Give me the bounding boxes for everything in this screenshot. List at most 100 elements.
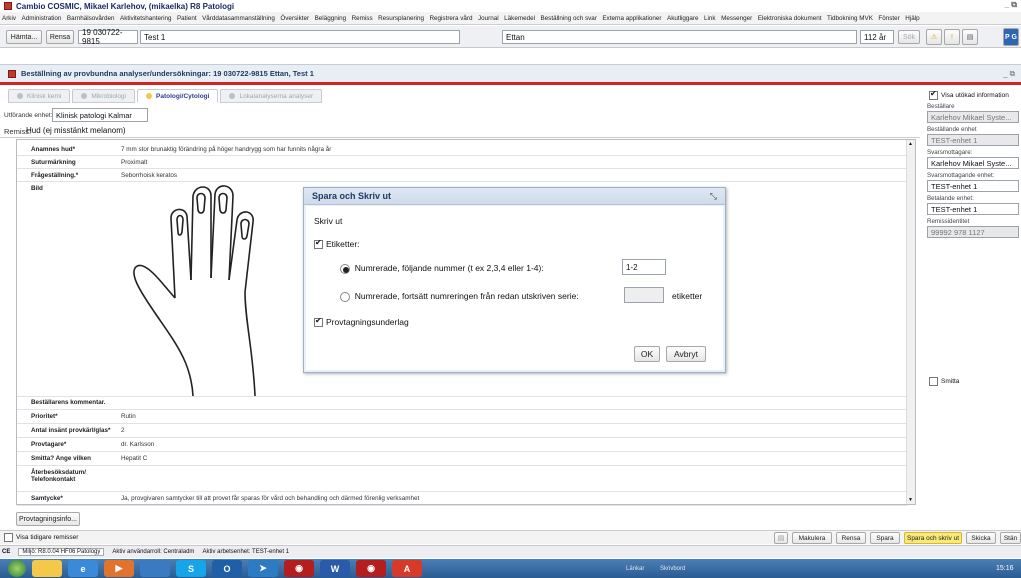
miljo-status: Miljö: R8.0.04 HF06 Patology	[18, 548, 105, 556]
menu-item[interactable]: Beställning och svar	[540, 15, 596, 22]
rensa-button[interactable]: Rensa	[46, 30, 74, 44]
hamta-button[interactable]: Hämta...	[6, 30, 42, 44]
makulera-button[interactable]: Makulera	[792, 532, 832, 544]
skrivbord-label[interactable]: Skrivbord	[660, 566, 685, 572]
personnummer-field[interactable]: 19 030722-9815	[78, 28, 138, 46]
right-field-value[interactable]: Karlehov Mikael Syste...	[927, 157, 1019, 169]
browser-icon[interactable]: e	[68, 560, 98, 577]
option-fortsatt-numrering[interactable]: Numrerade, fortsätt numreringen från red…	[340, 291, 579, 302]
spara-button[interactable]: Spara	[870, 532, 900, 544]
scroll-up-icon[interactable]: ▲	[908, 141, 914, 147]
tab-2[interactable]: Patologi/Cytologi	[137, 89, 219, 103]
menu-item[interactable]: Elektroniska dokument	[758, 15, 822, 22]
menu-item[interactable]: Patient	[177, 15, 197, 22]
app-icon-2[interactable]	[140, 560, 170, 577]
menu-item[interactable]: Registrera vård	[429, 15, 472, 22]
form-row-value[interactable]: Seborrhoisk keratos	[121, 172, 177, 179]
unit-status[interactable]: Aktiv arbetsenhet: TEST-enhet 1	[202, 549, 289, 555]
provtagningsinfo-button[interactable]: Provtagningsinfo...	[16, 512, 80, 526]
form-row-value[interactable]: Rutin	[121, 413, 136, 420]
form-row-value[interactable]: 2	[121, 427, 125, 434]
menu-item[interactable]: Administration	[22, 15, 62, 22]
menu-item[interactable]: Beläggning	[315, 15, 347, 22]
search-button[interactable]: Sök	[898, 30, 920, 44]
skype-icon[interactable]: S	[176, 560, 206, 577]
checkbox-icon[interactable]	[314, 238, 323, 250]
cancel-button[interactable]: Avbryt	[666, 346, 706, 362]
unit-value[interactable]: Klinisk patologi Kalmar	[52, 108, 148, 122]
checkbox-icon[interactable]	[4, 533, 13, 542]
resize-icon[interactable]: ⤡	[710, 191, 717, 202]
spara-skriv-ut-button[interactable]: Spara och skriv ut	[904, 532, 962, 544]
form-row-value[interactable]: Hepatit C	[121, 455, 147, 462]
window-controls[interactable]: _ ⧉	[1005, 0, 1017, 10]
form-row-value[interactable]: Ja, provgivaren samtycker till att prove…	[121, 495, 419, 502]
visa-tidigare-checkbox[interactable]: Visa tidigare remisser	[4, 533, 78, 542]
checkbox-icon[interactable]	[929, 377, 938, 386]
menu-item[interactable]: Översikter	[280, 15, 309, 22]
smitta-checkbox[interactable]: Smitta	[929, 377, 959, 386]
form-row: Samtycke* Ja, provgivaren samtycker till …	[17, 492, 907, 506]
menu-item[interactable]: Aktivitetshantering	[120, 15, 171, 22]
menu-item[interactable]: Externa applikationer	[602, 15, 661, 22]
lankar-label[interactable]: Länkar	[626, 566, 644, 572]
hand-drawing[interactable]	[123, 180, 313, 396]
form-row-value[interactable]: 7 mm stor brunaktig förändring på höger …	[121, 146, 331, 153]
pdf-icon[interactable]: A	[392, 560, 422, 577]
form-scrollbar[interactable]: ▲ ▼	[906, 140, 915, 504]
header-controls[interactable]: _ ⧉	[1003, 69, 1015, 79]
provtagningsunderlag-checkbox[interactable]: Provtagningsunderlag	[314, 316, 409, 328]
stang-button[interactable]: Stän	[1000, 532, 1021, 544]
pg-icon[interactable]: P G	[1003, 28, 1019, 46]
rensa-bottom-button[interactable]: Rensa	[836, 532, 866, 544]
ok-button[interactable]: OK	[634, 346, 660, 362]
menu-item[interactable]: Akutliggare	[667, 15, 699, 22]
right-field-value[interactable]: TEST-enhet 1	[927, 180, 1019, 192]
tab-0[interactable]: Klinisk kemi	[8, 89, 71, 103]
series-input[interactable]	[624, 287, 664, 303]
menu-item[interactable]: Barnhälsovården	[67, 15, 115, 22]
cosmic-icon[interactable]: ◉	[284, 560, 314, 577]
outlook-icon[interactable]: O	[212, 560, 242, 577]
option-numrerade-foljande[interactable]: Numrerade, följande nummer (t ex 2,3,4 e…	[340, 263, 544, 274]
tab-1[interactable]: Mikrobiologi	[72, 89, 135, 103]
arrow-icon[interactable]: ➤	[248, 560, 278, 577]
menu-item[interactable]: Fönster	[878, 15, 899, 22]
menu-item[interactable]: Arkiv	[2, 15, 16, 22]
role-status[interactable]: Aktiv användarroll: Centraladm	[112, 549, 194, 555]
cosmic-icon-2[interactable]: ◉	[356, 560, 386, 577]
right-field-value[interactable]: Karlehov Mikael Syste...	[927, 111, 1019, 123]
folder-icon[interactable]	[32, 560, 62, 577]
checkbox-icon[interactable]	[929, 89, 938, 100]
checkbox-icon[interactable]	[314, 316, 323, 328]
etiketter-checkbox[interactable]: Etiketter:	[314, 238, 360, 250]
menu-item[interactable]: Journal	[478, 15, 499, 22]
scroll-down-icon[interactable]: ▼	[908, 497, 914, 503]
menu-item[interactable]: Hjälp	[905, 15, 919, 22]
right-field-value[interactable]: TEST-enhet 1	[927, 203, 1019, 215]
word-icon[interactable]: W	[320, 560, 350, 577]
show-info-checkbox[interactable]: Visa utökad information	[929, 89, 1009, 100]
media-icon[interactable]: ▶	[104, 560, 134, 577]
menu-item[interactable]: Resursplanering	[378, 15, 424, 22]
skicka-button[interactable]: Skicka	[966, 532, 996, 544]
alert-icon[interactable]: !	[944, 29, 960, 45]
menu-item[interactable]: Messenger	[721, 15, 752, 22]
radio-icon[interactable]	[340, 291, 350, 302]
journal-icon[interactable]: ▤	[962, 29, 978, 45]
start-icon[interactable]	[8, 560, 26, 577]
form-row-value[interactable]: dr. Karlsson	[121, 441, 154, 448]
warning-icon[interactable]: ⚠	[926, 29, 942, 45]
tab-3[interactable]: Lokalanalyserna analyser	[220, 89, 323, 103]
menu-item[interactable]: Läkemedel	[504, 15, 535, 22]
radio-icon[interactable]	[340, 263, 350, 274]
number-input[interactable]: 1-2	[622, 259, 666, 275]
menu-item[interactable]: Vårddatasammanställning	[202, 15, 275, 22]
right-field-value[interactable]: TEST-enhet 1	[927, 134, 1019, 146]
right-field-value[interactable]: 99992 978 1127	[927, 226, 1019, 238]
list-icon[interactable]: ▤	[774, 532, 788, 544]
menu-item[interactable]: Link	[704, 15, 716, 22]
menu-item[interactable]: Tidbokning MVK	[827, 15, 873, 22]
menu-item[interactable]: Remiss	[352, 15, 373, 22]
form-row-value[interactable]: Proximalt	[121, 159, 147, 166]
